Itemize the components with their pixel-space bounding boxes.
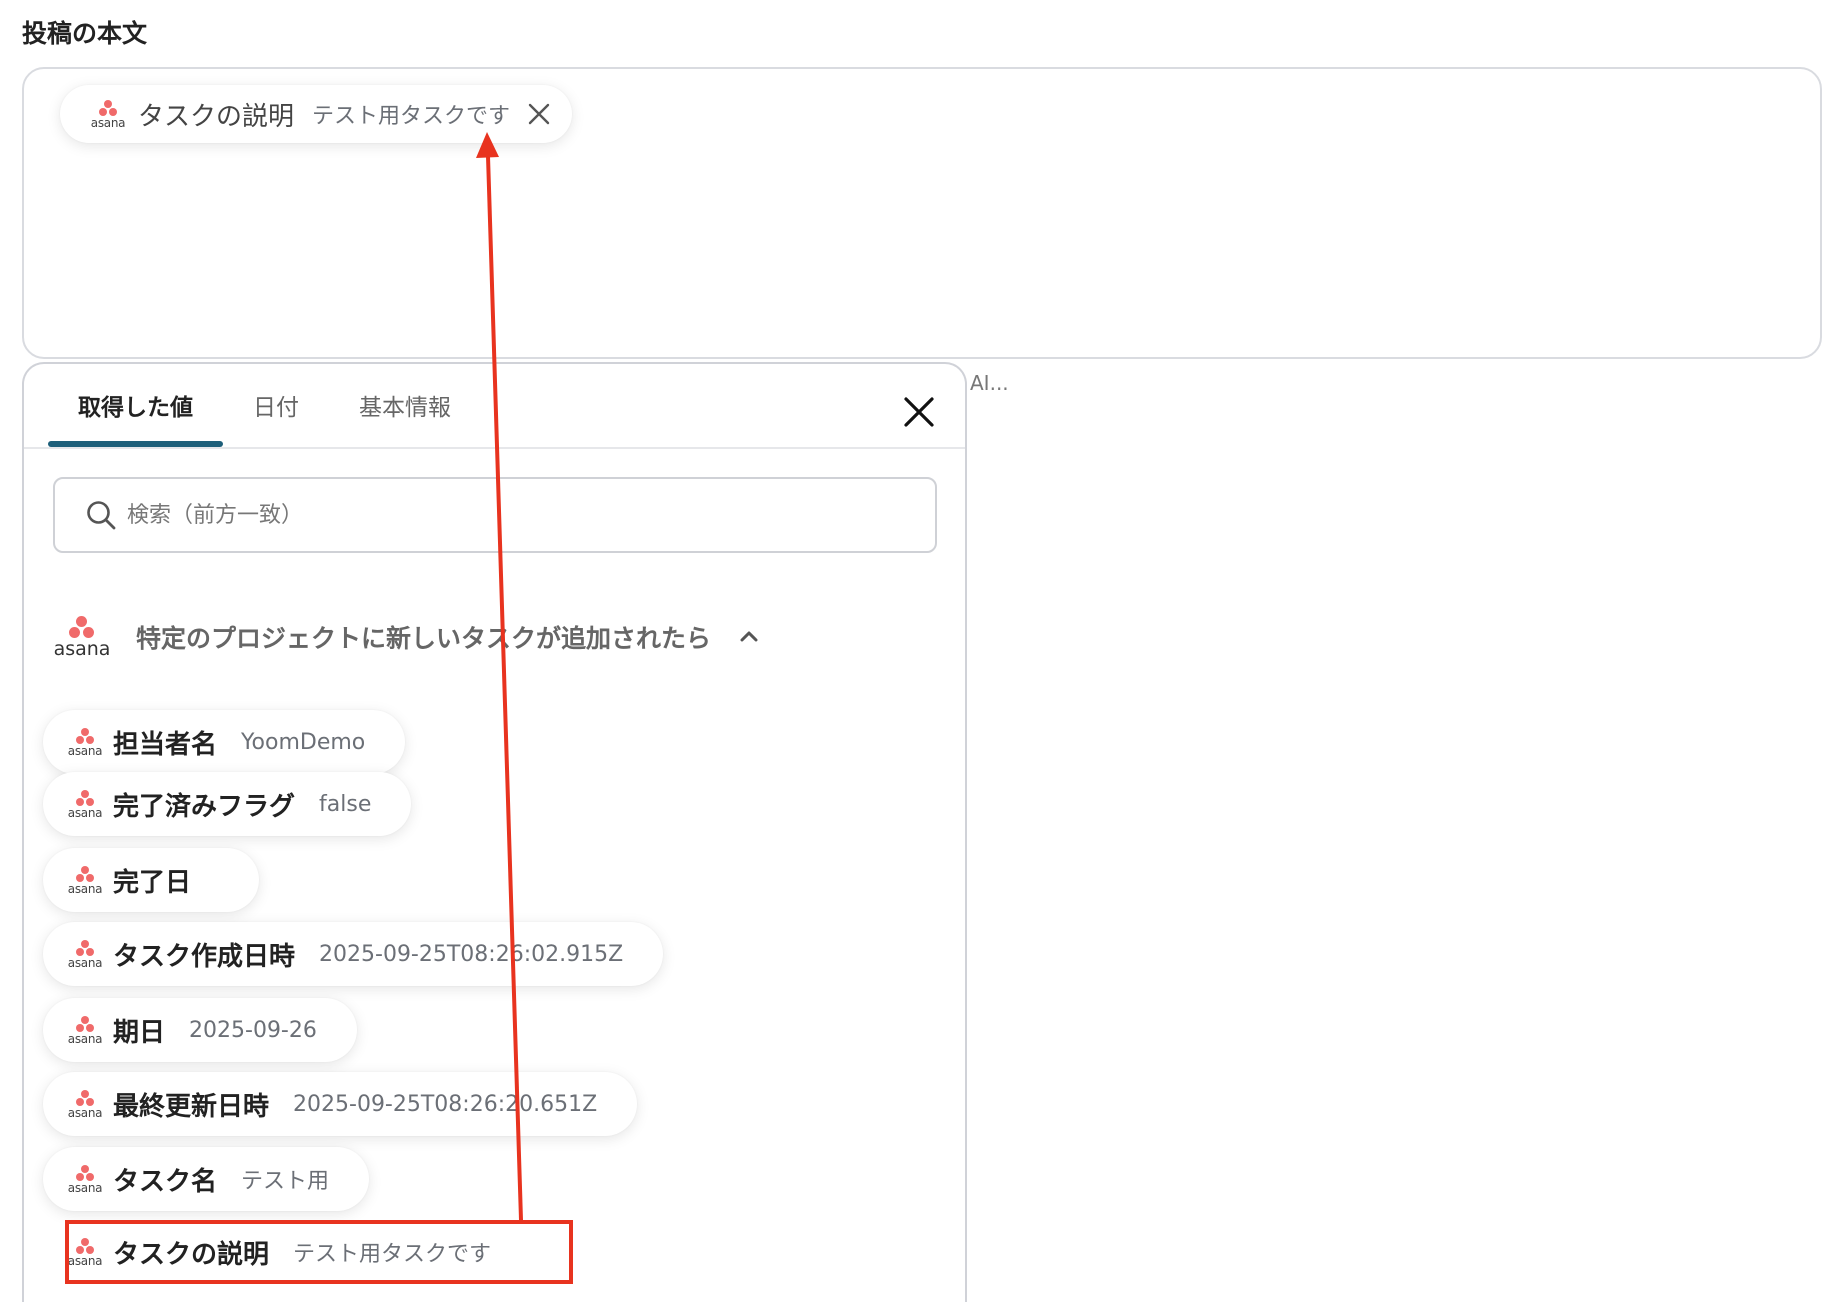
- search-icon: [87, 501, 116, 530]
- item-value: false: [319, 791, 372, 817]
- value-item-due-date[interactable]: asana 期日 2025-09-26: [43, 998, 357, 1062]
- value-item-completed-date[interactable]: asana 完了日: [43, 848, 260, 912]
- asana-logo-icon: asana: [65, 865, 105, 896]
- item-value: テスト用: [241, 1169, 330, 1194]
- item-value: 2025-09-25T08:26:02.915Z: [319, 941, 624, 967]
- asana-logo-icon: asana: [65, 939, 105, 970]
- value-item-updated-at[interactable]: asana 最終更新日時 2025-09-25T08:26:20.651Z: [43, 1072, 638, 1136]
- annotation-highlight-box: [65, 1220, 573, 1284]
- asana-logo-icon: asana: [65, 1015, 105, 1046]
- item-label: 完了日: [113, 867, 192, 898]
- tab-basic-info[interactable]: 基本情報: [329, 364, 481, 446]
- chip-value: テスト用タスクです: [312, 104, 511, 129]
- item-label: 完了済みフラグ: [113, 791, 296, 822]
- search-field[interactable]: [53, 477, 937, 553]
- item-label: タスク名: [113, 1166, 218, 1197]
- item-label: タスク作成日時: [113, 941, 296, 972]
- asana-logo-icon: asana: [65, 727, 105, 758]
- section-title: 特定のプロジェクトに新しいタスクが追加されたら: [136, 624, 712, 653]
- value-item-created-at[interactable]: asana タスク作成日時 2025-09-25T08:26:02.915Z: [43, 922, 664, 986]
- selected-value-chip[interactable]: asana タスクの説明 テスト用タスクです: [60, 85, 573, 143]
- item-label: 期日: [113, 1017, 166, 1048]
- asana-trigger-section[interactable]: asana 特定のプロジェクトに新しいタスクが追加されたら: [52, 616, 761, 660]
- item-label: 最終更新日時: [113, 1091, 270, 1122]
- tab-divider: [24, 447, 965, 449]
- item-value: YoomDemo: [241, 729, 366, 755]
- tab-date[interactable]: 日付: [223, 364, 329, 446]
- asana-logo-icon: asana: [65, 1089, 105, 1120]
- chip-label: タスクの説明: [138, 101, 295, 132]
- item-value: 2025-09-25T08:26:20.651Z: [293, 1091, 598, 1117]
- item-label: 担当者名: [113, 729, 218, 760]
- value-item-assignee[interactable]: asana 担当者名 YoomDemo: [43, 710, 406, 774]
- value-item-task-name[interactable]: asana タスク名 テスト用: [43, 1147, 370, 1211]
- ai-hint: AI...: [970, 371, 1009, 395]
- asana-logo-icon: asana: [65, 1164, 105, 1195]
- asana-logo-icon: asana: [52, 616, 112, 660]
- tab-retrieved-values[interactable]: 取得した値: [48, 364, 223, 447]
- asana-logo-icon: asana: [65, 789, 105, 820]
- close-icon[interactable]: [901, 394, 937, 430]
- chevron-up-icon[interactable]: [737, 625, 761, 649]
- field-label: 投稿の本文: [22, 19, 148, 48]
- value-item-completed-flag[interactable]: asana 完了済みフラグ false: [43, 772, 412, 836]
- tab-bar: 取得した値 日付 基本情報: [48, 364, 968, 447]
- search-input[interactable]: [125, 501, 889, 529]
- item-value: 2025-09-26: [189, 1017, 317, 1043]
- asana-logo-icon: asana: [88, 99, 128, 130]
- close-icon[interactable]: [526, 101, 552, 127]
